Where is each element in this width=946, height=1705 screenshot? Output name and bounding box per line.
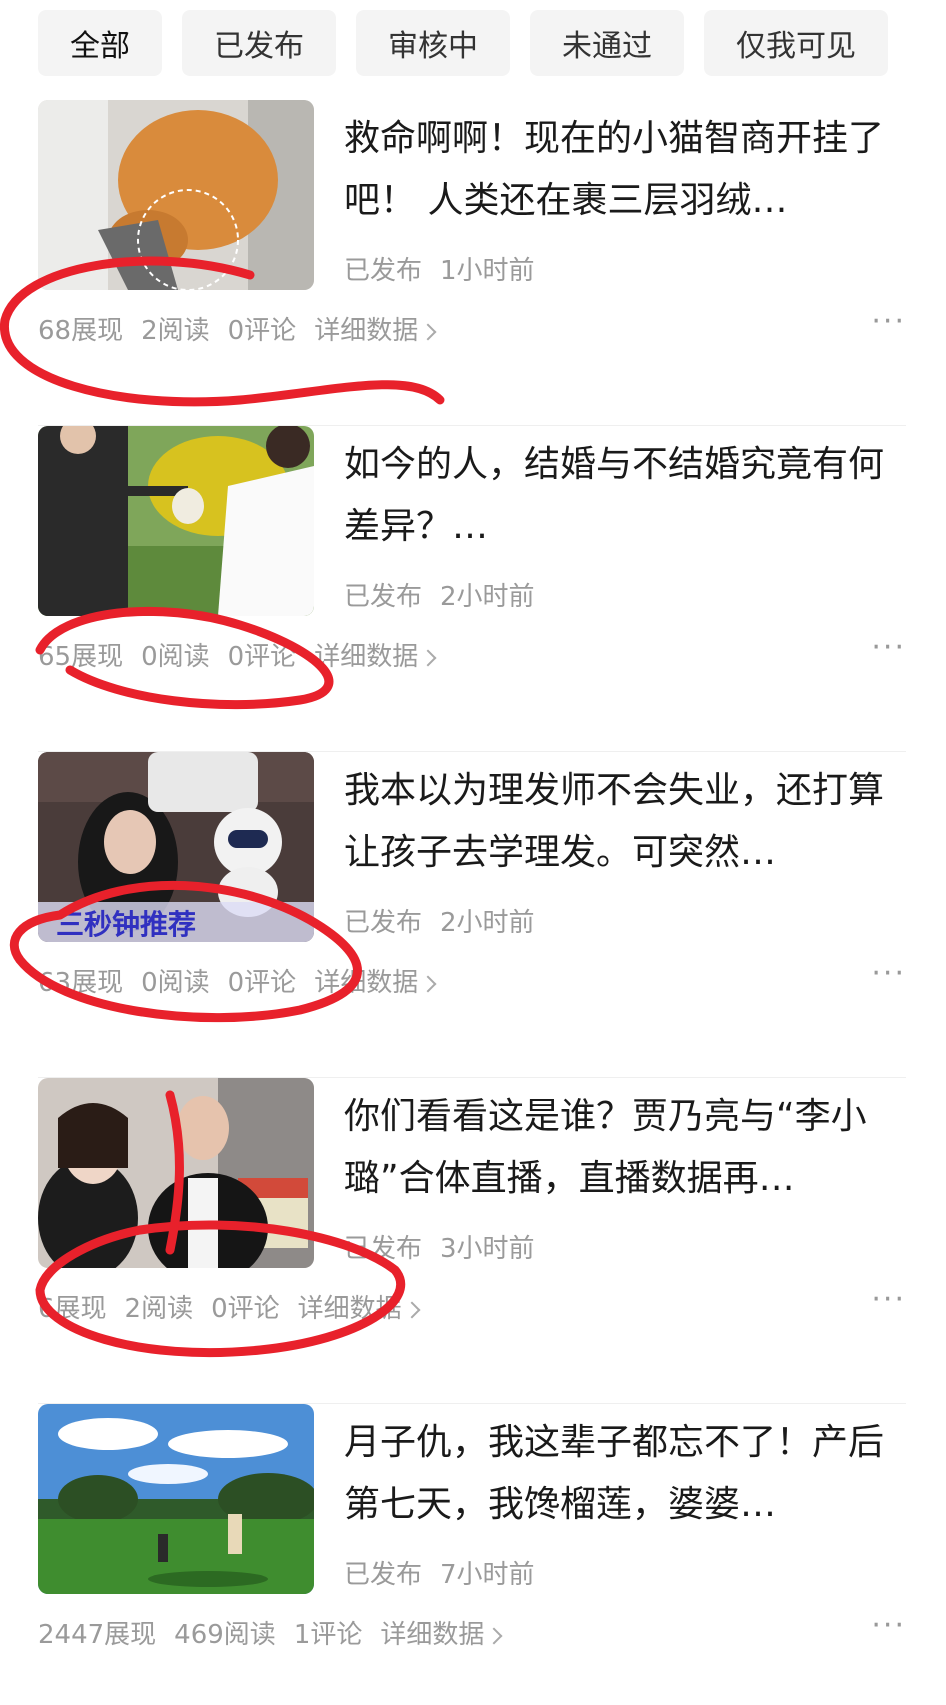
tab-rejected[interactable]: 未通过 xyxy=(530,10,684,76)
article-stats: 63展现 0阅读 0评论 详细数据 xyxy=(38,962,437,999)
article-stats: 2447展现 469阅读 1评论 详细数据 xyxy=(38,1614,503,1651)
tab-all[interactable]: 全部 xyxy=(38,10,162,76)
article-thumbnail[interactable] xyxy=(38,1404,314,1594)
tab-reviewing[interactable]: 审核中 xyxy=(356,10,510,76)
article-status: 已发布 1小时前 xyxy=(344,250,535,287)
status-label: 已发布 xyxy=(344,582,423,612)
detail-data-label: 详细数据 xyxy=(297,1294,402,1324)
article-stats: 68展现 2阅读 0评论 详细数据 xyxy=(38,310,437,347)
comments-count: 0评论 xyxy=(227,316,297,346)
chevron-right-icon xyxy=(419,649,437,666)
views-count: 2447展现 xyxy=(38,1620,157,1650)
views-count: 6展现 xyxy=(38,1294,107,1324)
detail-data-link[interactable]: 详细数据 xyxy=(314,310,437,347)
article-status: 已发布 3小时前 xyxy=(344,1228,535,1265)
chevron-right-icon xyxy=(419,975,437,992)
article-title[interactable]: 救命啊啊！现在的小猫智商开挂了吧！ 人类还在裹三层羽绒… xyxy=(344,108,904,232)
views-count: 65展现 xyxy=(38,642,124,672)
detail-data-link[interactable]: 详细数据 xyxy=(297,1288,421,1325)
article-thumbnail[interactable] xyxy=(38,1078,314,1268)
more-icon[interactable]: ··· xyxy=(871,633,906,663)
reads-count: 0阅读 xyxy=(141,968,210,998)
detail-data-label: 详细数据 xyxy=(380,1620,485,1650)
status-tabs: 全部 已发布 审核中 未通过 仅我可见 xyxy=(38,10,888,76)
article-list: 救命啊啊！现在的小猫智商开挂了吧！ 人类还在裹三层羽绒… 已发布 1小时前 68展… xyxy=(38,100,906,1705)
detail-data-link[interactable]: 详细数据 xyxy=(314,636,437,673)
article-item[interactable]: 你们看看这是谁？贾乃亮与“李小璐”合体直播，直播数据再… 已发布 3小时前 6展现… xyxy=(38,1078,906,1404)
detail-data-link[interactable]: 详细数据 xyxy=(380,1614,503,1651)
chevron-right-icon xyxy=(403,1301,421,1318)
chevron-right-icon xyxy=(419,323,437,340)
article-status: 已发布 2小时前 xyxy=(344,576,535,613)
status-label: 已发布 xyxy=(344,1234,423,1264)
article-thumbnail[interactable] xyxy=(38,100,314,290)
comments-count: 0评论 xyxy=(227,968,297,998)
status-label: 已发布 xyxy=(344,908,423,938)
article-title[interactable]: 你们看看这是谁？贾乃亮与“李小璐”合体直播，直播数据再… xyxy=(344,1086,904,1210)
comments-count: 1评论 xyxy=(293,1620,363,1650)
tab-published[interactable]: 已发布 xyxy=(182,10,336,76)
views-count: 63展现 xyxy=(38,968,124,998)
article-status: 已发布 2小时前 xyxy=(344,902,535,939)
chevron-right-icon xyxy=(485,1627,503,1644)
article-item[interactable]: 月子仇，我这辈子都忘不了！产后第七天，我馋榴莲，婆婆… 已发布 7小时前 2447… xyxy=(38,1404,906,1705)
article-title[interactable]: 如今的人，结婚与不结婚究竟有何差异？… xyxy=(344,434,904,558)
reads-count: 2阅读 xyxy=(124,1294,194,1324)
tab-private[interactable]: 仅我可见 xyxy=(704,10,888,76)
status-label: 已发布 xyxy=(344,256,423,286)
comments-count: 0评论 xyxy=(227,642,297,672)
status-label: 已发布 xyxy=(344,1560,423,1590)
article-stats: 65展现 0阅读 0评论 详细数据 xyxy=(38,636,437,673)
more-icon[interactable]: ··· xyxy=(871,1285,906,1315)
article-item[interactable]: 救命啊啊！现在的小猫智商开挂了吧！ 人类还在裹三层羽绒… 已发布 1小时前 68展… xyxy=(38,100,906,426)
detail-data-label: 详细数据 xyxy=(314,642,419,672)
article-stats: 6展现 2阅读 0评论 详细数据 xyxy=(38,1288,421,1325)
publish-time: 7小时前 xyxy=(440,1560,535,1590)
detail-data-link[interactable]: 详细数据 xyxy=(314,962,437,999)
comments-count: 0评论 xyxy=(211,1294,280,1324)
article-status: 已发布 7小时前 xyxy=(344,1554,535,1591)
publish-time: 2小时前 xyxy=(440,582,535,612)
article-item[interactable]: 如今的人，结婚与不结婚究竟有何差异？… 已发布 2小时前 65展现 0阅读 0评论… xyxy=(38,426,906,752)
views-count: 68展现 xyxy=(38,316,124,346)
detail-data-label: 详细数据 xyxy=(314,968,419,998)
more-icon[interactable]: ··· xyxy=(871,307,906,337)
detail-data-label: 详细数据 xyxy=(314,316,419,346)
publish-time: 2小时前 xyxy=(440,908,535,938)
publish-time: 1小时前 xyxy=(440,256,535,286)
more-icon[interactable]: ··· xyxy=(871,1611,906,1641)
reads-count: 2阅读 xyxy=(141,316,210,346)
more-icon[interactable]: ··· xyxy=(871,959,906,989)
article-item[interactable]: 三秒钟推荐 我本以为理发师不会失业，还打算让孩子去学理发。可突然… 已发布 2小时… xyxy=(38,752,906,1078)
article-title[interactable]: 月子仇，我这辈子都忘不了！产后第七天，我馋榴莲，婆婆… xyxy=(344,1412,904,1536)
publish-time: 3小时前 xyxy=(440,1234,535,1264)
article-thumbnail[interactable]: 三秒钟推荐 xyxy=(38,752,314,942)
article-title[interactable]: 我本以为理发师不会失业，还打算让孩子去学理发。可突然… xyxy=(344,760,904,884)
reads-count: 469阅读 xyxy=(174,1620,276,1650)
reads-count: 0阅读 xyxy=(141,642,210,672)
thumb-caption: 三秒钟推荐 xyxy=(56,908,196,941)
article-thumbnail[interactable] xyxy=(38,426,314,616)
